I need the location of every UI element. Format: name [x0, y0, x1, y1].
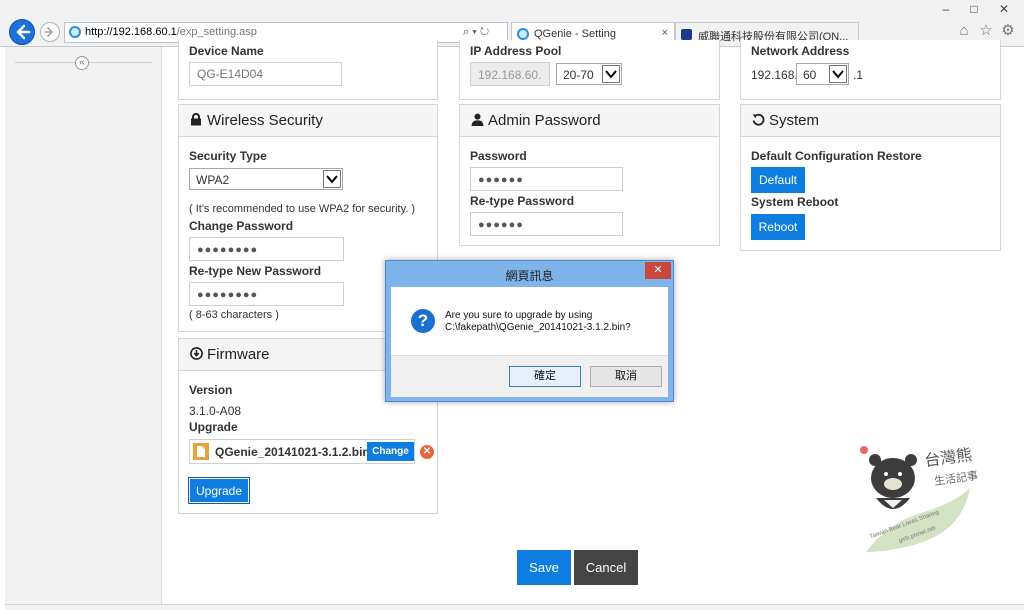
tab-label: QGenie - Setting [534, 28, 616, 40]
ip-range-value: 20-70 [563, 68, 594, 82]
ip-pool-prefix-field: 192.168.60. [470, 62, 550, 86]
url-text: http://192.168.60.1/exp_setting.asp [85, 26, 257, 38]
file-icon [193, 443, 209, 460]
dialog-message-line-2: C:\fakepath\QGenie_20141021-3.1.2.bin? [445, 322, 631, 333]
ie-icon [517, 28, 529, 40]
panel-header: Wireless Security [179, 105, 437, 137]
retype-new-password-input[interactable]: ●●●●●●●● [189, 282, 344, 306]
user-icon [470, 113, 484, 129]
chevron-down-icon [323, 170, 341, 188]
reboot-label: System Reboot [751, 195, 839, 209]
question-icon: ? [411, 309, 435, 333]
remove-file-icon[interactable]: ✕ [420, 445, 434, 459]
admin-password-panel: Admin Password Password ●●●●●● Re-type P… [459, 104, 720, 246]
page-sidebar: « [5, 47, 162, 604]
back-button[interactable] [9, 19, 35, 45]
password-label: Password [470, 149, 527, 163]
file-picker[interactable]: QGenie_20141021-3.1.2.bin Change [189, 439, 415, 464]
tab-close-icon[interactable]: × [662, 27, 668, 39]
change-file-button[interactable]: Change [367, 442, 414, 461]
security-type-value: WPA2 [196, 173, 230, 187]
home-icon[interactable]: ⌂ [955, 22, 973, 40]
chevron-down-icon [829, 65, 847, 83]
save-button[interactable]: Save [517, 550, 571, 585]
system-panel: System Default Configuration Restore Def… [740, 104, 1001, 251]
dialog-footer: 確定 取消 [391, 355, 668, 397]
taiwan-bear-watermark: 台灣熊 生活記事 Taiwan Bear Loves Sharing girls… [858, 440, 979, 558]
page-footer-bar [5, 604, 1024, 610]
address-tools[interactable]: ⌕ ▾ ↻ [463, 26, 489, 39]
panel-title: System [769, 112, 820, 129]
device-panel: Device Name [178, 40, 438, 100]
confirm-dialog: 網頁訊息 ✕ ? Are you sure to upgrade by usin… [385, 260, 674, 402]
admin-password-input[interactable]: ●●●●●● [470, 167, 623, 191]
ip-pool-panel: IP Address Pool 192.168.60. 20-70 [459, 40, 720, 100]
arrow-left-icon [16, 24, 31, 40]
cancel-button[interactable]: Cancel [574, 550, 638, 585]
collapse-chevron-icon[interactable]: « [75, 56, 89, 70]
favorites-star-icon[interactable]: ☆ [977, 22, 995, 40]
network-suffix: .1 [853, 68, 864, 82]
upgrade-button[interactable]: Upgrade [188, 477, 250, 504]
reset-icon [751, 113, 765, 129]
retype-new-password-label: Re-type New Password [189, 264, 322, 278]
panel-title: Firmware [207, 346, 270, 363]
settings-gear-icon[interactable]: ⚙ [999, 22, 1017, 40]
url-host: http://192.168.60.1 [85, 26, 177, 38]
network-prefix: 192.168. [751, 68, 798, 82]
upgrade-label: Upgrade [189, 420, 238, 434]
change-password-input[interactable]: ●●●●●●●● [189, 237, 344, 261]
retype-password-label: Re-type Password [470, 194, 575, 208]
device-name-label: Device Name [189, 44, 264, 58]
dialog-close-button[interactable]: ✕ [645, 262, 671, 279]
file-name: QGenie_20141021-3.1.2.bin [215, 445, 370, 459]
password-length-note: ( 8-63 characters ) [189, 309, 279, 321]
ie-icon [69, 26, 81, 38]
ip-pool-label: IP Address Pool [470, 44, 562, 58]
change-password-label: Change Password [189, 219, 294, 233]
security-note: ( It's recommended to use WPA2 for secur… [189, 203, 416, 215]
arrow-right-icon [44, 27, 54, 37]
version-value: 3.1.0-A08 [189, 404, 242, 418]
panel-header: Admin Password [460, 105, 719, 137]
restore-label: Default Configuration Restore [751, 149, 922, 163]
default-button[interactable]: Default [751, 167, 805, 193]
dialog-message-line-1: Are you sure to upgrade by using [445, 310, 593, 321]
version-label: Version [189, 383, 233, 397]
url-path: /exp_setting.asp [176, 26, 257, 38]
network-octet-value: 60 [803, 68, 817, 82]
chevron-down-icon [602, 65, 620, 83]
panel-title: Wireless Security [207, 112, 323, 129]
close-window-button[interactable]: ✕ [990, 0, 1018, 18]
dialog-body: ? Are you sure to upgrade by using C:\fa… [391, 287, 668, 355]
download-circle-icon [189, 347, 203, 363]
panel-title: Admin Password [488, 112, 601, 129]
dialog-ok-button[interactable]: 確定 [509, 366, 581, 387]
reboot-button[interactable]: Reboot [751, 214, 805, 240]
security-type-select[interactable]: WPA2 [189, 168, 343, 190]
lock-icon [189, 113, 203, 129]
minimize-button[interactable]: – [932, 0, 960, 18]
forward-button[interactable] [40, 22, 60, 42]
network-octet-select[interactable]: 60 [796, 63, 849, 85]
security-type-label: Security Type [189, 149, 267, 163]
dialog-title: 網頁訊息 [505, 269, 554, 283]
network-address-label: Network Address [751, 44, 850, 58]
device-name-input[interactable] [189, 62, 342, 86]
ip-range-select[interactable]: 20-70 [556, 63, 622, 85]
dialog-cancel-button[interactable]: 取消 [590, 366, 662, 387]
panel-header: System [741, 105, 1000, 137]
admin-retype-password-input[interactable]: ●●●●●● [470, 212, 623, 236]
network-panel: Network Address 192.168. 60 .1 [740, 40, 1001, 100]
qnap-favicon-icon [681, 29, 692, 40]
maximize-button[interactable]: □ [960, 0, 988, 18]
